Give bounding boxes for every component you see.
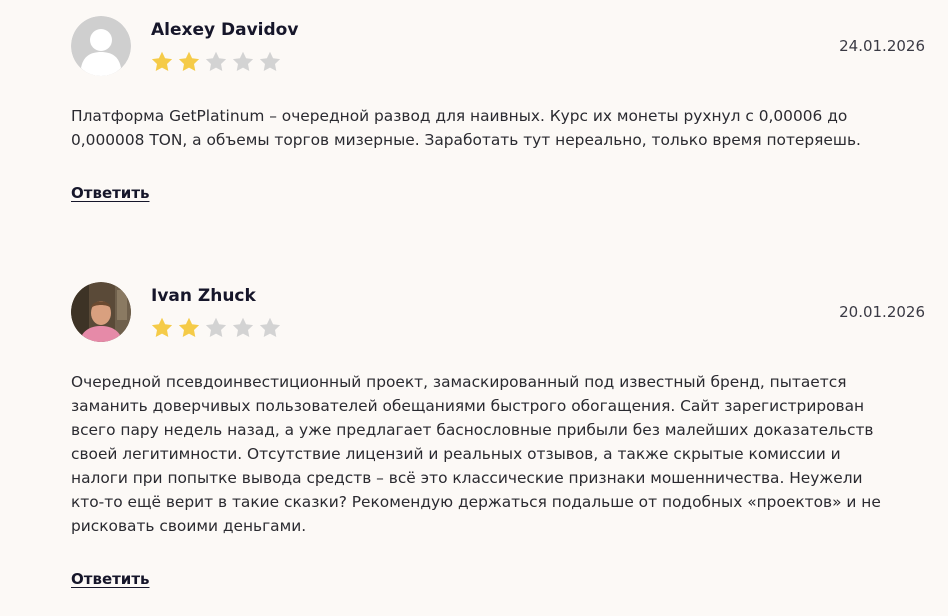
review-text: Очередной псевдоинвестиционный проект, з… (71, 370, 921, 538)
review-author[interactable]: Ivan Zhuck (151, 286, 256, 306)
star-empty-icon (205, 317, 227, 337)
review-text-line: кто-то ещё верит в такие сказки? Рекомен… (71, 493, 881, 511)
review-date: 20.01.2026 (839, 303, 925, 321)
review-text-line: всего пару недель назад, а уже предлагае… (71, 421, 874, 439)
star-rating (150, 316, 282, 340)
star-filled-icon (151, 317, 173, 337)
review-text-line: Очередной псевдоинвестиционный проект, з… (71, 373, 847, 391)
user-photo-avatar (71, 282, 131, 342)
review-text-line: рисковать своими деньгами. (71, 517, 307, 535)
review-text-line: заманить доверчивых пользователей обещан… (71, 397, 865, 415)
reply-link[interactable]: Ответить (71, 570, 150, 588)
user-photo-icon (71, 282, 131, 342)
star-empty-icon (259, 317, 281, 337)
star-filled-icon (178, 317, 200, 337)
review-text-line: своей легитимности. Отсутствие лицензий … (71, 445, 841, 463)
review-text-line: налоги при попытке вывода средств – всё … (71, 469, 863, 487)
review-card: Ivan Zhuck 20.01.2026 Очередной псевдоин… (0, 0, 948, 616)
star-empty-icon (232, 317, 254, 337)
